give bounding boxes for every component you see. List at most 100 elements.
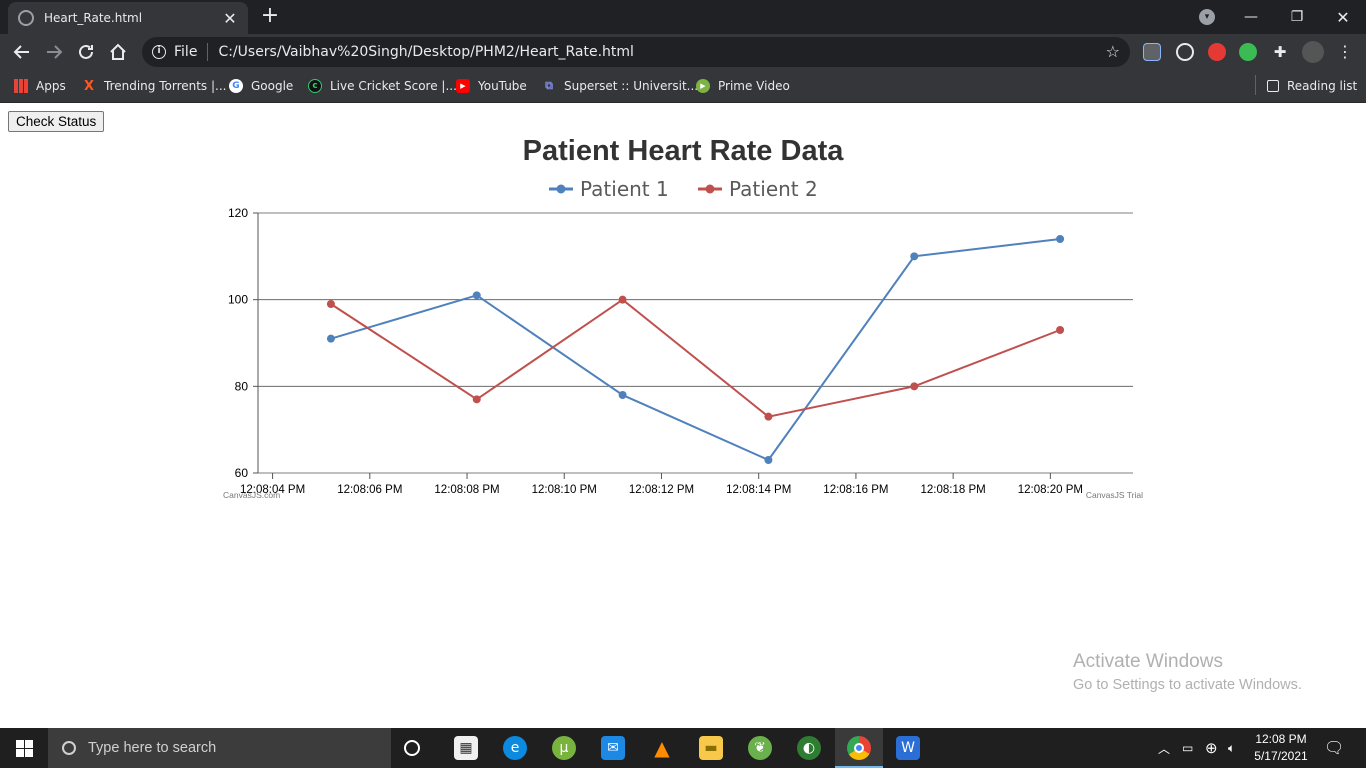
bookmark-label: Trending Torrents |... [104,79,227,93]
bookmark-apps[interactable]: Apps [14,76,66,96]
legend-swatch-marker [705,184,715,194]
start-button[interactable] [0,728,48,768]
canvasjs-credit[interactable]: CanvasJS.com [223,490,280,500]
data-point-patient-2[interactable] [326,300,335,308]
y-tick-label: 100 [228,293,248,307]
reading-list-button[interactable]: Reading list [1267,76,1357,96]
series-line-patient-1 [330,238,1061,462]
legend-swatch-marker [556,184,566,194]
eclipse-globe-icon[interactable]: ◐ [797,736,821,760]
utorrent-icon[interactable]: µ [552,736,576,760]
omnibox-separator [207,43,209,61]
y-tick-label: 60 [235,466,249,480]
tray-chevron-icon[interactable]: ︿ [1158,728,1170,768]
new-tab-button[interactable]: + [258,5,282,29]
tab-title: Heart_Rate.html [44,11,143,25]
reading-list-label: Reading list [1287,79,1358,93]
arrow-right-icon [47,45,63,59]
data-point-patient-1[interactable] [618,391,627,399]
x-tick-label: 12:08:18 PM [921,484,986,496]
bookmark-youtube[interactable]: ▶ YouTube [456,76,527,96]
taskbar-clock[interactable]: 12:08 PM 5/17/2021 [1240,731,1322,765]
legend-item-patient-2[interactable]: Patient 2 [698,177,818,201]
bookmark-label: Apps [36,79,66,93]
google-icon: G [229,79,243,93]
bookmark-label: Google [251,79,294,93]
spring-tool-icon[interactable]: ❦ [748,736,772,760]
forward-button[interactable] [40,38,68,66]
volume-icon[interactable]: 🔈︎ [1228,728,1235,768]
clock-date: 5/17/2021 [1254,749,1308,763]
browser-chrome: Heart_Rate.html ✕ + ▾ — ❐ ✕ i File C:/Us… [0,0,1366,103]
edge-icon[interactable]: e [503,736,527,760]
search-icon [62,741,76,755]
data-point-patient-1[interactable] [764,456,773,464]
bookmark-google[interactable]: G Google [229,76,293,96]
data-point-patient-1[interactable] [326,334,335,343]
data-point-patient-1[interactable] [910,252,919,261]
bookmark-superset[interactable]: ⧉ Superset :: Universit... [542,76,698,96]
bookmarks-separator [1255,75,1256,95]
arrow-left-icon [13,45,29,59]
data-point-patient-2[interactable] [472,395,481,404]
clock-time: 12:08 PM [1255,732,1307,746]
chrome-icon[interactable] [847,736,871,760]
x-tick-label: 12:08:16 PM [823,484,888,496]
data-point-patient-2[interactable] [1056,326,1065,334]
notifications-icon[interactable]: 🗨︎ [1324,728,1344,768]
data-point-patient-2[interactable] [910,382,919,391]
close-window-button[interactable]: ✕ [1320,0,1366,34]
vlc-icon[interactable]: ▲ [650,736,674,760]
network-globe-icon[interactable]: ⊕ [1205,728,1218,768]
extension-tracker-icon[interactable] [1176,43,1194,61]
bookmark-star-icon[interactable]: ☆ [1106,42,1120,61]
check-status-button[interactable]: Check Status [8,111,105,132]
extension-globe-icon[interactable] [1239,43,1257,61]
bookmark-label: Live Cricket Score |... [330,79,457,93]
taskbar-search[interactable]: Type here to search [48,728,391,768]
data-point-patient-1[interactable] [472,291,481,300]
adblock-icon[interactable] [1208,43,1226,61]
page-content: Patient Heart Rate Data Patient 1 Patient… [0,103,1366,728]
minimize-button[interactable]: — [1228,0,1274,34]
back-button[interactable] [8,38,36,66]
legend-item-patient-1[interactable]: Patient 1 [549,177,669,201]
extensions-puzzle-icon[interactable]: ✚ [1271,43,1289,61]
tab-heart-rate[interactable]: Heart_Rate.html ✕ [8,2,248,34]
bookmark-prime-video[interactable]: ▶ Prime Video [696,76,790,96]
url-text[interactable]: C:/Users/Vaibhav%20Singh/Desktop/PHM2/He… [218,44,634,60]
info-icon[interactable]: i [152,45,166,59]
store-icon[interactable]: ▦ [454,736,478,760]
reload-button[interactable] [72,38,100,66]
tab-search-icon[interactable]: ▾ [1199,9,1215,25]
battery-icon[interactable]: ▭ [1182,728,1193,768]
menu-kebab-icon[interactable]: ⋮ [1336,43,1354,61]
data-point-patient-1[interactable] [1056,235,1065,243]
x-tick-label: 12:08:12 PM [629,484,694,496]
address-bar[interactable]: i File C:/Users/Vaibhav%20Singh/Desktop/… [142,37,1130,67]
bookmark-trending-torrents[interactable]: X Trending Torrents |... [82,76,227,96]
restore-button[interactable]: ❐ [1274,0,1320,34]
wps-office-icon[interactable]: W [896,736,920,760]
torrent-x-icon: X [83,78,95,94]
legend-label: Patient 1 [580,177,669,201]
bookmark-label: Prime Video [718,79,790,93]
reload-icon [79,44,93,59]
data-point-patient-2[interactable] [618,295,627,304]
mail-icon[interactable]: ✉ [601,736,625,760]
task-view-icon[interactable] [404,740,420,756]
data-point-patient-2[interactable] [764,412,773,421]
home-button[interactable] [104,38,132,66]
bookmark-live-cricket[interactable]: c Live Cricket Score |... [308,76,457,96]
tab-strip: Heart_Rate.html ✕ + ▾ — ❐ ✕ [0,0,1366,34]
file-explorer-icon[interactable]: ▬ [699,736,723,760]
bookmarks-bar: Apps X Trending Torrents |... G Google c… [0,70,1366,103]
x-tick-label: 12:08:20 PM [1018,484,1083,496]
extension-a-icon[interactable] [1143,43,1161,61]
close-tab-icon[interactable]: ✕ [222,9,238,28]
profile-avatar[interactable] [1302,41,1324,63]
activate-title: Activate Windows [1073,651,1223,672]
scheme-label: File [174,44,198,60]
prime-video-icon: ▶ [696,79,710,93]
chrome-center-icon [854,743,864,753]
